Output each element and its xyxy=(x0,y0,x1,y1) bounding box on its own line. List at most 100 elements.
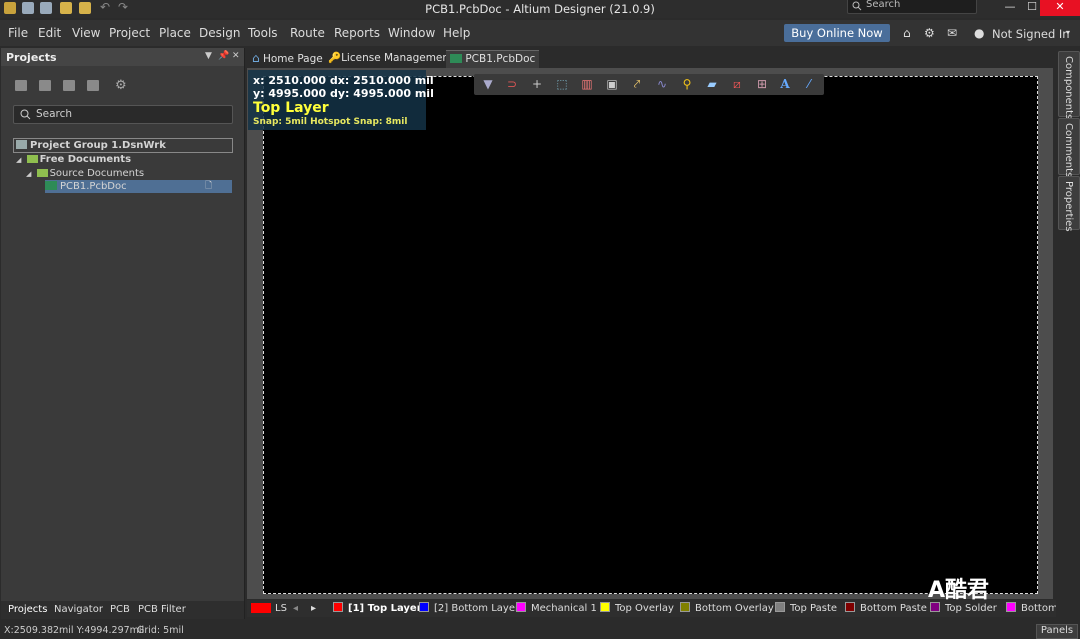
tree-item-pcb1[interactable]: PCB1.PcbDoc 🗋 xyxy=(45,180,232,193)
tab-navigator[interactable]: Navigator xyxy=(54,604,103,615)
tab-home-page[interactable]: ⌂ Home Page xyxy=(252,50,323,67)
tab-pcb-filter[interactable]: PCB Filter xyxy=(138,604,186,615)
line-icon[interactable]: ⁄ xyxy=(801,77,817,91)
keepout-icon[interactable]: ⧄ xyxy=(729,77,745,91)
settings-gear-icon[interactable]: ⚙ xyxy=(115,78,127,93)
tab-components[interactable]: Components xyxy=(1058,51,1080,120)
route-icon[interactable]: ⤤ xyxy=(629,77,645,91)
hud-current-layer: Top Layer xyxy=(253,100,329,116)
tree-item-source-documents[interactable]: ◢ Source Documents xyxy=(26,167,144,180)
layer-label: Bottom Overlay xyxy=(695,603,774,614)
menu-bar: File Edit View Project Place Design Tool… xyxy=(0,20,1080,46)
home-icon: ⌂ xyxy=(252,51,260,65)
menu-file[interactable]: File xyxy=(8,26,28,40)
tab-label: PCB1.PcbDoc xyxy=(465,53,536,65)
menu-reports[interactable]: Reports xyxy=(334,26,380,40)
layer-tab-top-paste[interactable]: Top Paste xyxy=(775,602,837,615)
snap-icon[interactable]: ⊃ xyxy=(504,77,520,91)
text-icon[interactable]: A xyxy=(777,77,793,91)
projects-search-input[interactable]: Search xyxy=(13,105,233,124)
layer-tab-top-overlay[interactable]: Top Overlay xyxy=(600,602,674,615)
account-label[interactable]: Not Signed In xyxy=(992,27,1070,41)
pcb-board-canvas[interactable] xyxy=(263,76,1038,594)
panel-menu-icon[interactable]: ▼ xyxy=(205,51,212,61)
global-search-input[interactable]: Search xyxy=(847,0,977,14)
tree-item-label: PCB1.PcbDoc xyxy=(60,181,127,192)
vcs-icon[interactable] xyxy=(63,80,75,91)
save-icon[interactable] xyxy=(15,80,27,91)
user-icon[interactable]: ● xyxy=(974,26,984,40)
tab-label: Comments xyxy=(1063,123,1074,178)
layer-color-swatch xyxy=(333,602,343,612)
history-icon[interactable] xyxy=(87,80,99,91)
dimension-icon[interactable]: ⊞ xyxy=(754,77,770,91)
tree-item-project-group[interactable]: Project Group 1.DsnWrk xyxy=(13,138,233,153)
tab-pcb1[interactable]: PCB1.PcbDoc xyxy=(446,50,540,68)
select-rect-icon[interactable]: ⬚ xyxy=(554,77,570,91)
tab-pcb[interactable]: PCB xyxy=(110,604,130,615)
gear-icon[interactable]: ⚙ xyxy=(924,26,935,40)
tree-expand-icon[interactable]: ◢ xyxy=(26,170,31,178)
menu-help[interactable]: Help xyxy=(443,26,470,40)
menu-route[interactable]: Route xyxy=(290,26,325,40)
close-button[interactable]: ✕ xyxy=(1040,0,1080,16)
tab-license-management[interactable]: 🔑License Management xyxy=(328,50,453,67)
layer-tab-top-layer[interactable]: [1] Top Layer xyxy=(333,602,422,615)
menu-view[interactable]: View xyxy=(72,26,100,40)
layer-set-button[interactable]: LS xyxy=(275,602,287,615)
key-icon: 🔑 xyxy=(328,52,342,64)
tab-label: Home Page xyxy=(262,53,323,65)
projects-panel: Projects ▼ 📌 ✕ ⚙ Search Project Group 1.… xyxy=(1,48,245,619)
status-bar: X:2509.382mil Y:4994.297mil Grid: 5mil P… xyxy=(0,622,1080,639)
scroll-left-icon[interactable]: ◂ xyxy=(293,602,298,615)
layer-label: Top Solder xyxy=(945,603,997,614)
grid-size: Grid: 5mil xyxy=(137,625,184,636)
menu-edit[interactable]: Edit xyxy=(38,26,61,40)
layer-label: [2] Bottom Layer xyxy=(434,603,520,614)
layer-tab-bottom-overlay[interactable]: Bottom Overlay xyxy=(680,602,774,615)
current-layer-swatch[interactable] xyxy=(251,603,271,613)
menu-design[interactable]: Design xyxy=(199,26,240,40)
filter-icon[interactable]: ▼ xyxy=(480,77,496,91)
component-icon[interactable]: ▣ xyxy=(604,77,620,91)
layer-tab-bottom-layer[interactable]: [2] Bottom Layer xyxy=(419,602,519,615)
layer-label: Bottom Paste xyxy=(860,603,927,614)
pcb-doc-icon xyxy=(45,181,57,190)
scroll-right-icon[interactable]: ▸ xyxy=(311,602,316,615)
panels-button[interactable]: Panels xyxy=(1036,624,1078,639)
layer-label: [1] Top Layer xyxy=(348,603,422,614)
account-dropdown-icon[interactable]: ▾ xyxy=(1066,28,1070,37)
layer-tab-bottom-solder[interactable]: Bottom xyxy=(1006,602,1056,615)
tab-label: License Management xyxy=(341,52,454,64)
menu-place[interactable]: Place xyxy=(159,26,191,40)
layer-color-swatch xyxy=(600,602,610,612)
menu-window[interactable]: Window xyxy=(388,26,435,40)
fill-icon[interactable]: ▰ xyxy=(704,77,720,91)
tab-label: Components xyxy=(1063,56,1074,120)
layer-tab-mechanical-1[interactable]: Mechanical 1 xyxy=(516,602,597,615)
notifications-icon[interactable]: ✉ xyxy=(947,26,957,40)
menu-project[interactable]: Project xyxy=(109,26,150,40)
crosshair-icon[interactable]: + xyxy=(529,77,545,91)
layer-tab-bottom-paste[interactable]: Bottom Paste xyxy=(845,602,927,615)
layer-color-swatch xyxy=(680,602,690,612)
heads-up-display: x: 2510.000 dx: 2510.000 mil y: 4995.000… xyxy=(248,70,434,130)
tune-length-icon[interactable]: ∿ xyxy=(654,77,670,91)
tree-expand-icon[interactable]: ◢ xyxy=(16,156,21,164)
tab-label: Properties xyxy=(1063,181,1074,232)
tab-projects[interactable]: Projects xyxy=(8,604,47,615)
panel-close-icon[interactable]: ✕ xyxy=(232,51,240,61)
cursor-coordinates: X:2509.382mil Y:4994.297mil xyxy=(4,625,145,636)
home-icon[interactable]: ⌂ xyxy=(903,26,911,40)
layer-label: Mechanical 1 xyxy=(531,603,597,614)
tree-item-free-documents[interactable]: ◢ Free Documents xyxy=(16,153,131,166)
pin-icon[interactable]: 📌 xyxy=(218,51,229,61)
menu-tools[interactable]: Tools xyxy=(248,26,278,40)
tab-comments[interactable]: Comments xyxy=(1058,118,1080,178)
hud-x-coordinates: x: 2510.000 dx: 2510.000 mil xyxy=(253,74,434,87)
align-icon[interactable]: ▥ xyxy=(579,77,595,91)
buy-online-button[interactable]: Buy Online Now xyxy=(784,24,890,42)
compile-icon[interactable] xyxy=(39,80,51,91)
via-icon[interactable]: ⚲ xyxy=(679,77,695,91)
tab-properties[interactable]: Properties xyxy=(1058,176,1080,232)
